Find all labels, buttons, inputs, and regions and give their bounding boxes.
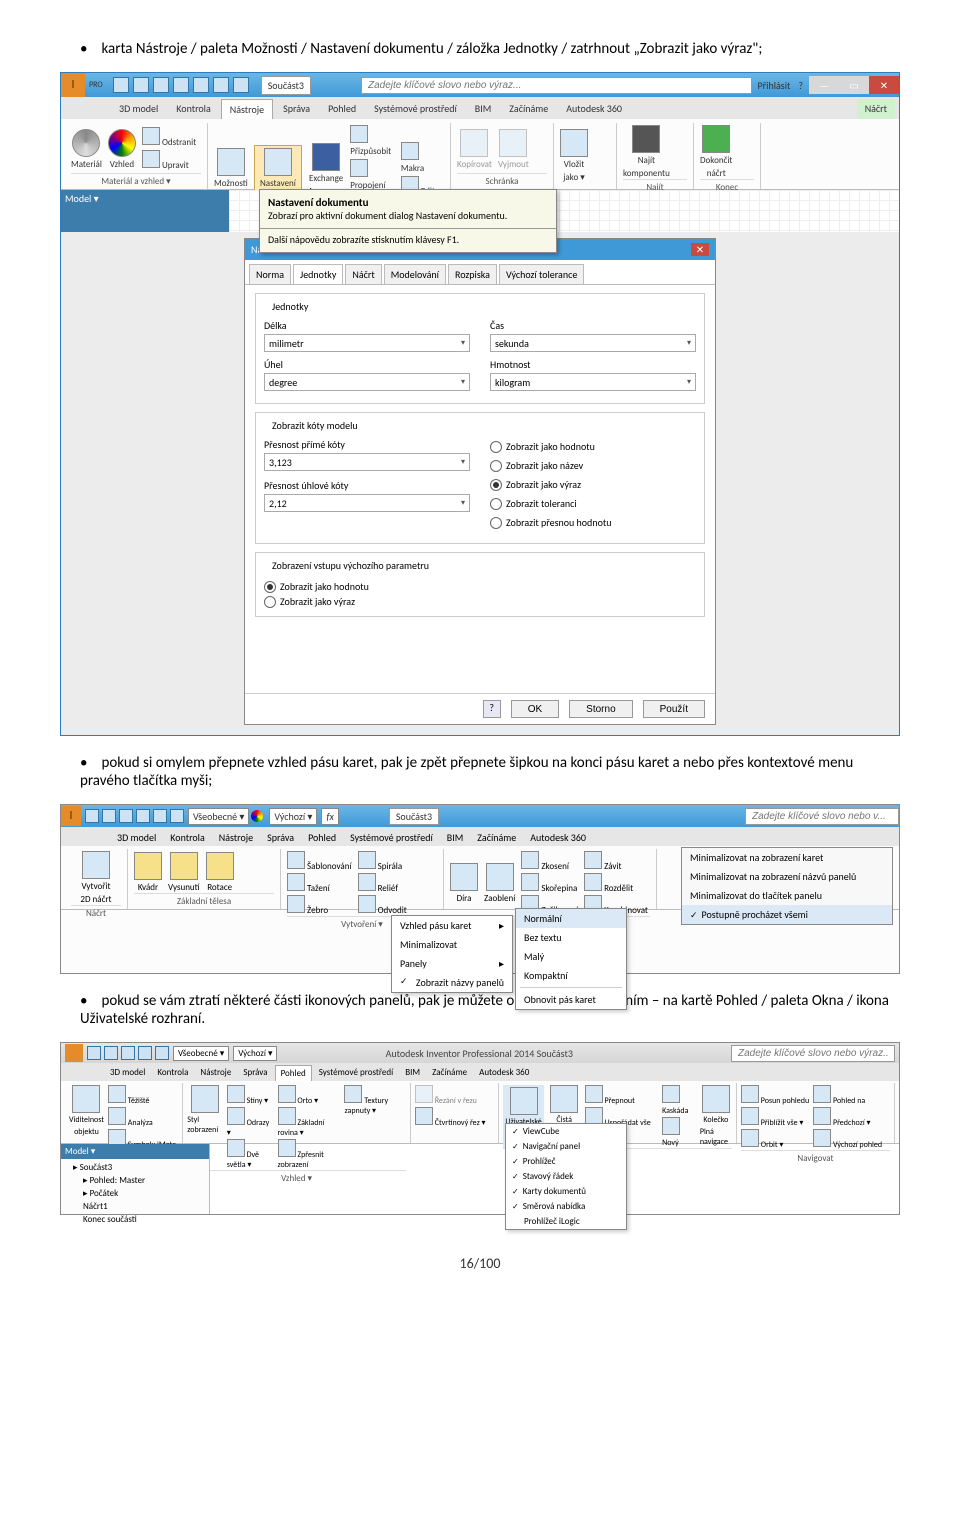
material-button[interactable]: Materiál: [71, 129, 102, 170]
qat-combo-2[interactable]: Výchozí ▾: [269, 808, 317, 825]
cancel-button[interactable]: Storno: [569, 700, 632, 718]
find-component-button[interactable]: Najítkomponentu: [623, 125, 670, 179]
bullet-1: karta Nástroje / paleta Možnosti / Nasta…: [80, 40, 900, 58]
color-icon: [251, 810, 263, 822]
quick-access-toolbar[interactable]: [85, 809, 184, 823]
create-2d-sketch-button[interactable]: Vytvořit2D náčrt: [71, 851, 121, 905]
ok-button[interactable]: OK: [511, 700, 559, 718]
ribbon: Viditelnostobjektu Těžiště Analýza Symbo…: [61, 1081, 899, 1144]
help-icon: ?: [798, 79, 803, 92]
radio-input-expression[interactable]: Zobrazit jako výraz: [264, 595, 696, 608]
fx-button[interactable]: fx: [321, 808, 338, 825]
signin-button: Přihlásit: [758, 79, 791, 92]
screenshot-ribbon-context: I Všeobecné ▾ Výchozí ▾ fx Součást3 3D m…: [60, 804, 900, 974]
ui-dropdown-menu[interactable]: ViewCube Navigační panel Prohlížeč Stavo…: [505, 1123, 627, 1230]
qat-combo-1[interactable]: Všeobecné ▾: [188, 808, 249, 825]
app-logo: I: [61, 73, 85, 97]
dialog-help-button[interactable]: ?: [483, 700, 501, 718]
edit-button[interactable]: Upravit: [142, 150, 196, 171]
sub-menu[interactable]: Normální Bez textu Malý Kompaktní Obnovi…: [515, 908, 627, 1010]
length-combo[interactable]: milimetr: [264, 334, 470, 352]
dialog-close-button[interactable]: ✕: [691, 243, 709, 256]
cut-button[interactable]: Vyjmout: [498, 129, 529, 170]
angle-combo[interactable]: degree: [264, 373, 470, 391]
radio-tolerance[interactable]: Zobrazit toleranci: [490, 497, 696, 510]
ribbon-tabs[interactable]: 3D modelKontrolaNástroje SprávaPohledSys…: [61, 1063, 899, 1081]
ribbon-tabs[interactable]: 3D modelKontrolaNástroje SprávaPohledSys…: [61, 827, 899, 846]
linear-precision-combo[interactable]: 3,123: [264, 453, 470, 471]
radio-value[interactable]: Zobrazit jako hodnotu: [490, 440, 696, 453]
finish-sketch-button[interactable]: Dokončitnáčrt: [700, 125, 732, 179]
radio-input-value[interactable]: Zobrazit jako hodnotu: [264, 580, 696, 593]
context-menu[interactable]: Vzhled pásu karet▸ Minimalizovat Panely▸…: [391, 915, 513, 993]
search-input[interactable]: [731, 1045, 895, 1062]
bullet-3: pokud se vám ztratí některé části ikonov…: [80, 992, 900, 1028]
angular-precision-combo[interactable]: 2,12: [264, 494, 470, 512]
bullet-2: pokud si omylem přepnete vzhled pásu kar…: [80, 754, 900, 790]
app-logo: I: [61, 806, 81, 826]
appearance-button[interactable]: Vzhled: [108, 129, 136, 170]
mass-combo[interactable]: kilogram: [490, 373, 696, 391]
copy-button[interactable]: Kopírovat: [457, 129, 492, 170]
time-combo[interactable]: sekunda: [490, 334, 696, 352]
ribbon-tabs[interactable]: 3D model Kontrola Nástroje Správa Pohled…: [61, 97, 899, 119]
document-title: Součást3: [261, 76, 311, 95]
radio-expression[interactable]: Zobrazit jako výraz: [490, 478, 696, 491]
model-browser[interactable]: Model ▾ ▸ Součást3 ▸ Pohled: Master ▸ Po…: [61, 1144, 210, 1214]
ribbon: Materiál Vzhled Odstranit Upravit Materi…: [61, 119, 899, 190]
maximize-button[interactable]: ▭: [839, 76, 869, 94]
screenshot-ribbon-dialog: I PRO Součást3 Přihlásit ? — ▭ ✕ 3D mode…: [60, 72, 900, 736]
user-buttons[interactable]: Přihlásit ?: [758, 79, 803, 92]
tooltip: Nastavení dokumentu Zobrazí pro aktivní …: [259, 189, 557, 253]
app-logo: [65, 1044, 83, 1062]
radio-name[interactable]: Zobrazit jako název: [490, 459, 696, 472]
pro-badge: PRO: [89, 80, 103, 90]
document-title: Součást3: [389, 808, 439, 825]
search-input[interactable]: [745, 808, 899, 825]
app-title: Autodesk Inventor Professional 2014 Souč…: [277, 1047, 681, 1060]
minimize-button[interactable]: —: [809, 76, 839, 94]
apply-button[interactable]: Použít: [643, 700, 705, 718]
paste-button[interactable]: Vložitjako ▾: [560, 129, 588, 183]
remove-button[interactable]: Odstranit: [142, 127, 196, 148]
ribbon-appearance-menu[interactable]: Minimalizovat na zobrazení karet Minimal…: [681, 847, 893, 925]
quick-access-toolbar[interactable]: [113, 77, 249, 93]
document-settings-dialog: Nastavení dokumentu Součást3 ✕ Norma Jed…: [244, 238, 716, 725]
dialog-tabs[interactable]: Norma Jednotky Náčrt Modelování Rozpiska…: [245, 260, 715, 285]
search-input[interactable]: [361, 77, 752, 94]
radio-exact[interactable]: Zobrazit přesnou hodnotu: [490, 516, 696, 529]
close-button[interactable]: ✕: [869, 76, 899, 94]
browser-header[interactable]: Model ▾: [61, 190, 229, 232]
screenshot-view-ribbon: Všeobecné ▾ Výchozí ▾ Autodesk Inventor …: [60, 1042, 900, 1215]
page-number: 16/100: [60, 1255, 900, 1272]
